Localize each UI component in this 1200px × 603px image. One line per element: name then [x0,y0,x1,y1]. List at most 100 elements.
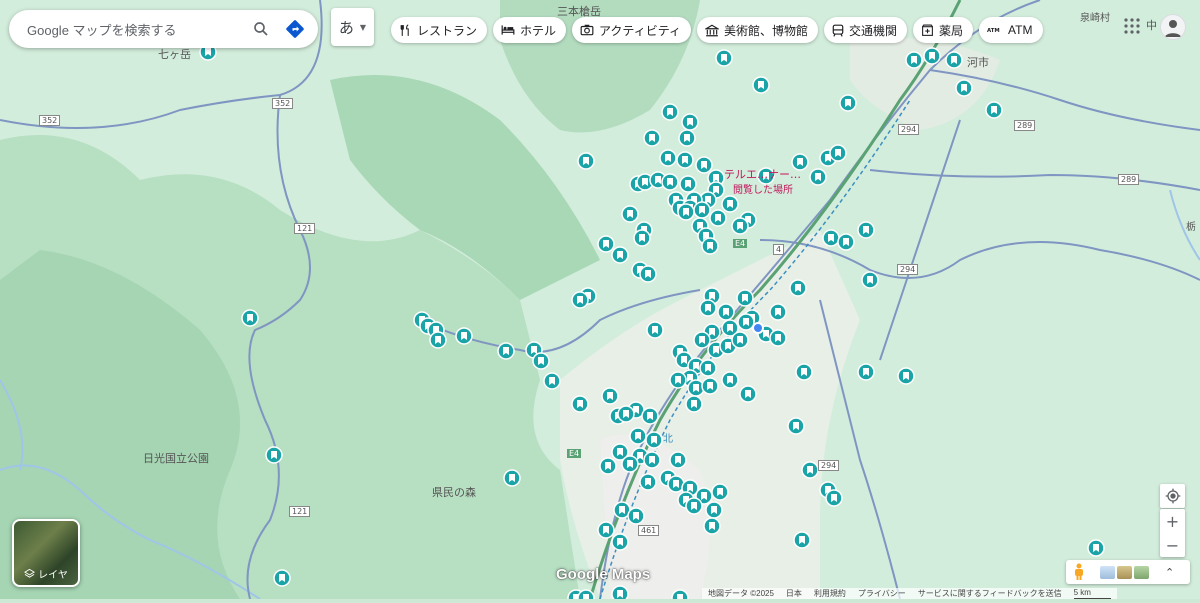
saved-place-marker[interactable] [839,94,857,112]
saved-place-marker[interactable] [669,451,687,469]
zoom-out-button[interactable]: − [1160,533,1185,557]
saved-place-marker[interactable] [721,195,739,213]
saved-place-marker[interactable] [905,51,923,69]
saved-place-marker[interactable] [739,385,757,403]
chip-restaurant[interactable]: レストラン [391,17,488,43]
saved-place-marker[interactable] [715,49,733,67]
chip-atm[interactable]: ATM ATM [979,17,1043,43]
saved-place-marker[interactable] [752,76,770,94]
saved-place-marker[interactable] [597,235,615,253]
saved-place-marker[interactable] [857,221,875,239]
saved-place-marker[interactable] [659,149,677,167]
saved-place-marker[interactable] [611,585,629,603]
chip-hotel[interactable]: ホテル [493,17,567,43]
saved-place-marker[interactable] [661,173,679,191]
saved-place-marker[interactable] [571,395,589,413]
saved-place-marker[interactable] [721,371,739,389]
saved-place-marker[interactable] [641,407,659,425]
thumbnail-imagery[interactable] [1117,565,1132,579]
saved-place-marker[interactable] [503,469,521,487]
saved-place-marker[interactable] [678,129,696,147]
saved-place-marker[interactable] [711,483,729,501]
saved-place-marker[interactable] [795,363,813,381]
directions-icon[interactable] [278,12,312,46]
saved-place-marker[interactable] [621,455,639,473]
saved-place-marker[interactable] [829,144,847,162]
saved-place-marker[interactable] [693,331,711,349]
saved-place-marker[interactable] [265,446,283,464]
saved-place-marker[interactable] [611,246,629,264]
zoom-in-button[interactable]: + [1160,509,1185,533]
thumbnail-imagery[interactable] [1134,565,1149,579]
saved-place-marker[interactable] [769,303,787,321]
saved-place-marker[interactable] [643,129,661,147]
input-tools-button[interactable]: あ ▼ [331,8,374,46]
account-avatar[interactable] [1160,14,1186,40]
saved-place-marker[interactable] [801,461,819,479]
saved-place-marker[interactable] [897,367,915,385]
saved-place-marker[interactable] [639,473,657,491]
chip-pharmacy[interactable]: 薬局 [913,17,974,43]
saved-place-marker[interactable] [685,395,703,413]
saved-place-marker[interactable] [695,156,713,174]
saved-place-marker[interactable] [857,363,875,381]
saved-place-marker[interactable] [955,79,973,97]
saved-place-marker[interactable] [825,489,843,507]
saved-place-marker[interactable] [709,209,727,227]
saved-place-marker[interactable] [731,217,749,235]
search-box[interactable]: Google マップを検索する [9,10,318,48]
saved-place-marker[interactable] [822,229,840,247]
saved-place-marker[interactable] [699,359,717,377]
saved-place-marker[interactable] [633,229,651,247]
terms-link[interactable]: 利用規約 [814,588,846,599]
saved-place-marker[interactable] [455,327,473,345]
saved-place-marker[interactable] [861,271,879,289]
saved-place-marker[interactable] [945,51,963,69]
saved-place-marker[interactable] [621,205,639,223]
saved-place-marker[interactable] [617,405,635,423]
saved-place-marker[interactable] [611,533,629,551]
saved-place-marker[interactable] [693,201,711,219]
saved-place-marker[interactable] [639,265,657,283]
saved-place-marker[interactable] [736,289,754,307]
chip-museum[interactable]: 美術館、博物館 [697,17,819,43]
saved-place-marker[interactable] [703,517,721,535]
saved-place-marker[interactable] [532,352,550,370]
saved-place-marker[interactable] [646,321,664,339]
saved-place-marker[interactable] [1087,539,1105,557]
saved-place-marker[interactable] [629,427,647,445]
expand-chevron-icon[interactable]: ⌃ [1165,566,1174,579]
saved-place-marker[interactable] [661,103,679,121]
saved-place-marker[interactable] [601,387,619,405]
saved-place-marker[interactable] [671,589,689,603]
map-canvas[interactable] [0,0,1200,603]
saved-place-marker[interactable] [679,175,697,193]
saved-place-marker[interactable] [429,331,447,349]
saved-place-marker[interactable] [597,521,615,539]
saved-place-marker[interactable] [731,331,749,349]
feedback-link[interactable]: サービスに関するフィードバックを送信 [918,588,1062,599]
saved-place-marker[interactable] [717,303,735,321]
saved-place-marker[interactable] [577,152,595,170]
saved-place-marker[interactable] [923,47,941,65]
layers-button[interactable]: レイヤ [12,519,80,587]
saved-place-marker[interactable] [769,329,787,347]
privacy-link[interactable]: プライバシー [858,588,906,599]
saved-place-marker[interactable] [497,342,515,360]
saved-place-marker[interactable] [737,313,755,331]
saved-place-marker[interactable] [701,377,719,395]
saved-place-marker[interactable] [793,531,811,549]
chip-transit[interactable]: 交通機関 [824,17,908,43]
country-link[interactable]: 日本 [786,588,802,599]
my-location-button[interactable] [1160,484,1185,508]
saved-place-marker[interactable] [677,203,695,221]
saved-place-marker[interactable] [577,589,595,603]
search-icon[interactable] [244,12,278,46]
saved-place-marker[interactable] [685,497,703,515]
saved-place-marker[interactable] [273,569,291,587]
saved-place-marker[interactable] [643,451,661,469]
saved-place-marker[interactable] [809,168,827,186]
saved-place-marker[interactable] [543,372,561,390]
saved-place-marker[interactable] [985,101,1003,119]
saved-place-marker[interactable] [681,113,699,131]
